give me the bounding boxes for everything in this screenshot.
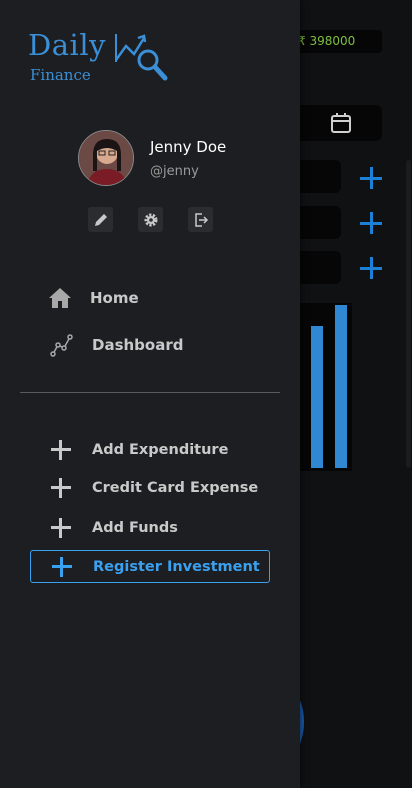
nav-item-dashboard[interactable]: Dashboard: [50, 331, 183, 359]
action-label: Register Investment: [93, 558, 260, 575]
edit-profile-button[interactable]: [88, 207, 113, 232]
logout-button[interactable]: [188, 207, 213, 232]
add-icon[interactable]: [358, 165, 384, 191]
logo-title: Daily: [28, 28, 106, 62]
avatar[interactable]: [78, 130, 134, 186]
user-photo-icon: [79, 131, 133, 185]
action-label: Credit Card Expense: [92, 479, 259, 496]
dashboard-icon: [50, 334, 73, 357]
home-icon: [49, 288, 71, 308]
plus-icon: [51, 556, 73, 578]
add-icon[interactable]: [358, 210, 384, 236]
logo-subtitle: Finance: [30, 66, 91, 84]
chart-bar: [311, 326, 323, 468]
app-screen: ₹ 398000 Daily Finance Jenny Doe @jenny …: [0, 0, 412, 788]
plus-icon: [50, 439, 72, 461]
plus-icon: [50, 477, 72, 499]
nav-label: Dashboard: [92, 336, 184, 354]
magnifier-chart-icon: [114, 34, 168, 81]
balance-display: ₹ 398000: [292, 30, 382, 53]
app-logo: Daily Finance: [28, 28, 173, 88]
gear-icon: [144, 213, 157, 226]
date-toolbar: [292, 105, 382, 141]
action-label: Add Funds: [92, 519, 178, 536]
credit-card-expense-button[interactable]: Credit Card Expense: [30, 471, 270, 504]
nav-label: Home: [90, 289, 139, 307]
add-icon[interactable]: [358, 255, 384, 281]
scrollbar[interactable]: [406, 160, 411, 468]
action-label: Add Expenditure: [92, 441, 229, 458]
register-investment-button[interactable]: Register Investment: [30, 550, 270, 583]
logout-icon: [194, 212, 208, 227]
chart-bar: [335, 305, 347, 468]
user-handle: @jenny: [150, 164, 199, 179]
user-name: Jenny Doe: [150, 138, 227, 156]
navigation-drawer: Daily Finance Jenny Doe @jenny Home Dash…: [0, 0, 300, 788]
pencil-icon: [94, 213, 107, 226]
divider: [20, 392, 280, 393]
background-chart: [292, 303, 352, 471]
plus-icon: [50, 517, 72, 539]
calendar-icon[interactable]: [330, 112, 352, 134]
settings-button[interactable]: [138, 207, 163, 232]
add-expenditure-button[interactable]: Add Expenditure: [30, 433, 270, 466]
add-funds-button[interactable]: Add Funds: [30, 511, 270, 544]
nav-item-home[interactable]: Home: [48, 284, 139, 312]
